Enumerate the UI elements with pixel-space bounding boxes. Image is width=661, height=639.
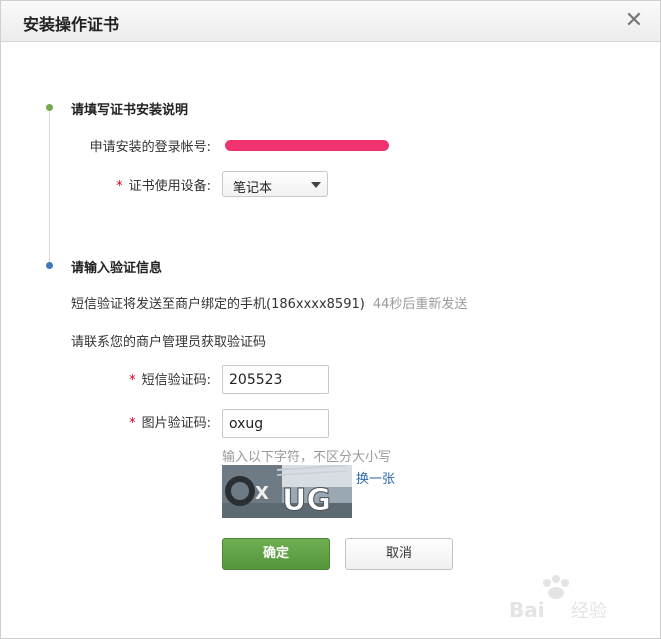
captcha-image[interactable]: X UG [222, 465, 352, 518]
image-code-label: * 图片验证码: [41, 412, 211, 431]
dialog-title: 安装操作证书 [23, 15, 120, 34]
required-mark: * [129, 416, 136, 431]
required-mark: * [116, 179, 123, 194]
device-label: * 证书使用设备: [41, 175, 211, 194]
chevron-down-icon [311, 182, 321, 188]
image-code-label-text: 图片验证码: [141, 416, 211, 431]
account-label: 申请安装的登录帐号: [89, 140, 211, 155]
section-title-verification: 请输入验证信息 [71, 261, 163, 276]
section-title-install-info: 请填写证书安装说明 [71, 103, 189, 118]
svg-text:经验: 经验 [571, 601, 607, 622]
image-code-input[interactable] [222, 409, 329, 438]
captcha-hint: 输入以下字符，不区分大小写 [222, 450, 392, 465]
baidu-jingyan-watermark: Bai 经验 [509, 575, 607, 622]
sms-notice: 短信验证将发送至商户绑定的手机(186xxxx8591) 44秒后重新发送 [71, 293, 467, 312]
redacted-account-value [225, 140, 389, 151]
contact-notice: 请联系您的商户管理员获取验证码 [71, 335, 267, 350]
device-select[interactable]: 笔记本 [222, 171, 328, 197]
install-certificate-dialog: 安装操作证书 ✕ 请填写证书安装说明 申请安装的登录帐号: * 证书使用设备: 笔… [0, 0, 661, 639]
confirm-button[interactable]: 确定 [222, 538, 330, 570]
resend-countdown: 44秒后重新发送 [372, 297, 468, 312]
step-dot-1 [46, 104, 53, 111]
step-dot-2 [46, 262, 53, 269]
sms-code-input[interactable] [222, 365, 329, 394]
captcha-text: UG [282, 483, 331, 518]
sms-notice-text: 短信验证将发送至商户绑定的手机(186xxxx8591) [71, 297, 365, 312]
svg-text:Bai: Bai [509, 598, 545, 622]
sms-code-label: * 短信验证码: [41, 369, 211, 388]
svg-text:X: X [255, 483, 269, 504]
dialog-titlebar: 安装操作证书 ✕ [1, 1, 660, 42]
device-select-value: 笔记本 [233, 181, 273, 196]
required-mark: * [129, 373, 136, 388]
sms-code-label-text: 短信验证码: [141, 373, 211, 388]
device-label-text: 证书使用设备: [128, 179, 211, 194]
cancel-button[interactable]: 取消 [345, 538, 453, 570]
captcha-refresh-link[interactable]: 换一张 [356, 468, 395, 487]
captcha-picture: X UG [222, 465, 352, 518]
close-icon[interactable]: ✕ [623, 10, 645, 32]
